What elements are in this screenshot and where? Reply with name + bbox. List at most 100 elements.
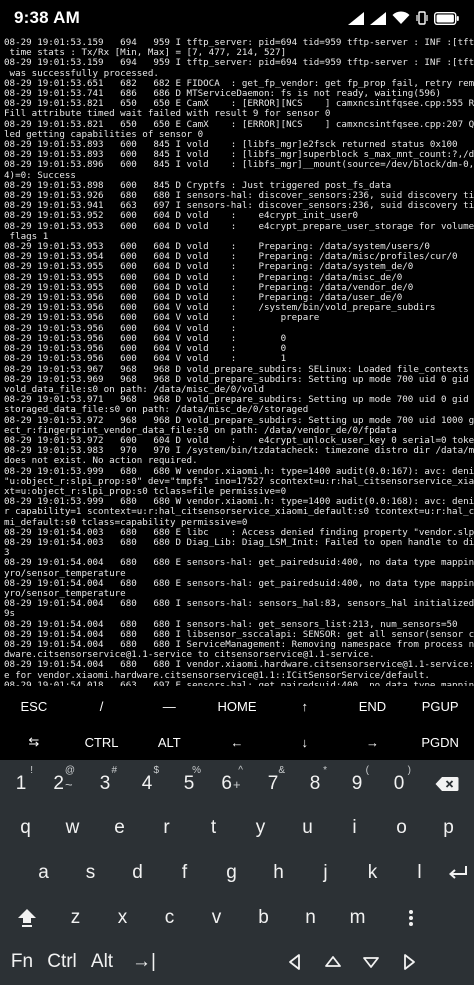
arrow-key-2[interactable] bbox=[352, 940, 390, 984]
key-e[interactable]: e bbox=[96, 806, 143, 850]
key-mod-1[interactable]: Ctrl bbox=[42, 940, 82, 984]
key-l[interactable]: l bbox=[396, 851, 443, 895]
signal-icon bbox=[370, 11, 386, 25]
keyboard-row-z: zx c v b nm bbox=[0, 896, 474, 940]
key-r[interactable]: r bbox=[143, 806, 190, 850]
key-o[interactable]: o bbox=[378, 806, 425, 850]
extra-key-row1-4[interactable]: ↑ bbox=[271, 688, 339, 724]
arrow-key-1[interactable] bbox=[314, 940, 352, 984]
arrow-key-0[interactable] bbox=[276, 940, 314, 984]
key-label: d bbox=[132, 862, 143, 883]
key-alt: + bbox=[232, 776, 241, 792]
key-u[interactable]: u bbox=[284, 806, 331, 850]
key-label: u bbox=[302, 817, 313, 838]
terminal-line: storaged_data_file:s0 on path: /data/mis… bbox=[4, 404, 309, 416]
key-label: j bbox=[323, 862, 328, 883]
key-super: % bbox=[192, 765, 201, 776]
key-q[interactable]: q bbox=[2, 806, 49, 850]
status-bar: 9:38 AM bbox=[0, 0, 474, 36]
extra-key-row2-0[interactable]: ⇆ bbox=[0, 724, 68, 760]
key-main: 5 bbox=[183, 773, 195, 794]
backspace-key[interactable] bbox=[420, 762, 474, 806]
shift-key[interactable] bbox=[2, 896, 52, 940]
key-label: Alt bbox=[90, 951, 114, 972]
extra-key-row1-2[interactable]: — bbox=[135, 688, 203, 724]
extra-keys-row-2: ⇆ CTRL ALT ← ↓ → PGDN bbox=[0, 724, 474, 760]
arrow-right-icon bbox=[404, 954, 415, 970]
key-g[interactable]: g bbox=[208, 851, 255, 895]
key-h[interactable]: h bbox=[255, 851, 302, 895]
extra-key-row2-2[interactable]: ALT bbox=[135, 724, 203, 760]
key-t[interactable]: t bbox=[190, 806, 237, 850]
key-label: c bbox=[164, 907, 175, 928]
key-k[interactable]: k bbox=[349, 851, 396, 895]
key-0[interactable]: 0) bbox=[378, 762, 420, 806]
extra-key-row2-1[interactable]: CTRL bbox=[68, 724, 136, 760]
key-b[interactable]: b bbox=[240, 896, 287, 940]
key-z[interactable]: z bbox=[52, 896, 99, 940]
key-2[interactable]: 2 ~ @ bbox=[42, 762, 84, 806]
key-p[interactable]: p bbox=[425, 806, 472, 850]
key-label: i bbox=[352, 817, 357, 838]
status-icons bbox=[348, 11, 460, 25]
key-s[interactable]: s bbox=[67, 851, 114, 895]
shift-icon bbox=[18, 909, 36, 927]
key-a[interactable]: a bbox=[20, 851, 67, 895]
key-mod-2[interactable]: Alt bbox=[82, 940, 122, 984]
key-w[interactable]: w bbox=[49, 806, 96, 850]
key-label: v bbox=[211, 907, 222, 928]
key-8[interactable]: 8 * bbox=[294, 762, 336, 806]
key-label: n bbox=[305, 907, 316, 928]
key-mod-0[interactable]: Fn bbox=[2, 940, 42, 984]
key-label: l bbox=[417, 862, 422, 883]
key-m[interactable]: m bbox=[334, 896, 381, 940]
key-j[interactable]: j bbox=[302, 851, 349, 895]
extra-key-row2-6[interactable]: PGDN bbox=[406, 724, 474, 760]
key-f[interactable]: f bbox=[161, 851, 208, 895]
key-label: t bbox=[210, 817, 217, 838]
extra-key-row1-5[interactable]: END bbox=[339, 688, 407, 724]
key-main: 9 bbox=[351, 773, 363, 794]
key-5[interactable]: 5% bbox=[168, 762, 210, 806]
key-label: w bbox=[65, 817, 80, 838]
key-6[interactable]: 6 + ^ bbox=[210, 762, 252, 806]
menu-key[interactable] bbox=[381, 896, 441, 940]
key-7[interactable]: 7 & bbox=[252, 762, 294, 806]
key-label: b bbox=[258, 907, 269, 928]
extra-key-row2-5[interactable]: → bbox=[339, 724, 407, 760]
keyboard-number-row: 1! 2 ~ @3 #4 $5% 6 + ^ 7 & 8 * 9(0) bbox=[0, 762, 474, 806]
extra-key-row1-6[interactable]: PGUP bbox=[406, 688, 474, 724]
terminal-line: does not exist. No action required. bbox=[4, 455, 198, 467]
key-4[interactable]: 4 $ bbox=[126, 762, 168, 806]
terminal-line: 08-29 19:01:54.003 680 680 D Diag_Lib: D… bbox=[4, 536, 474, 548]
arrow-key-3[interactable] bbox=[390, 940, 428, 984]
extra-key-row2-3[interactable]: ← bbox=[203, 724, 271, 760]
key-y[interactable]: y bbox=[237, 806, 284, 850]
key-alt: ~ bbox=[64, 776, 73, 792]
key-v[interactable]: v bbox=[193, 896, 240, 940]
key-label: k bbox=[367, 862, 378, 883]
key-n[interactable]: n bbox=[287, 896, 334, 940]
keyboard-row-q: qwertyu iop bbox=[0, 806, 474, 850]
extra-key-row1-0[interactable]: ESC bbox=[0, 688, 68, 724]
key-x[interactable]: x bbox=[99, 896, 146, 940]
extra-key-row2-4[interactable]: ↓ bbox=[271, 724, 339, 760]
arrow-up-icon bbox=[325, 956, 341, 967]
key-c[interactable]: c bbox=[146, 896, 193, 940]
key-main: 6 bbox=[221, 773, 232, 794]
extra-key-row1-1[interactable]: / bbox=[68, 688, 136, 724]
key-9[interactable]: 9( bbox=[336, 762, 378, 806]
key-label: x bbox=[117, 907, 128, 928]
extra-key-row1-3[interactable]: HOME bbox=[203, 688, 271, 724]
key-3[interactable]: 3 # bbox=[84, 762, 126, 806]
terminal-output[interactable]: 08-29 19:01:53.159 694 959 I tftp_server… bbox=[0, 38, 474, 686]
key-1[interactable]: 1! bbox=[0, 762, 42, 806]
key-mod-3[interactable]: →| bbox=[122, 940, 166, 984]
key-i[interactable]: i bbox=[331, 806, 378, 850]
enter-key[interactable] bbox=[443, 851, 473, 895]
key-d[interactable]: d bbox=[114, 851, 161, 895]
keyboard-row-a: asdfghj k l bbox=[0, 851, 474, 895]
space-key[interactable] bbox=[166, 940, 276, 984]
key-super: ) bbox=[407, 765, 411, 776]
extra-keys-row-1: ESC / — HOME ↑ END PGUP bbox=[0, 688, 474, 724]
